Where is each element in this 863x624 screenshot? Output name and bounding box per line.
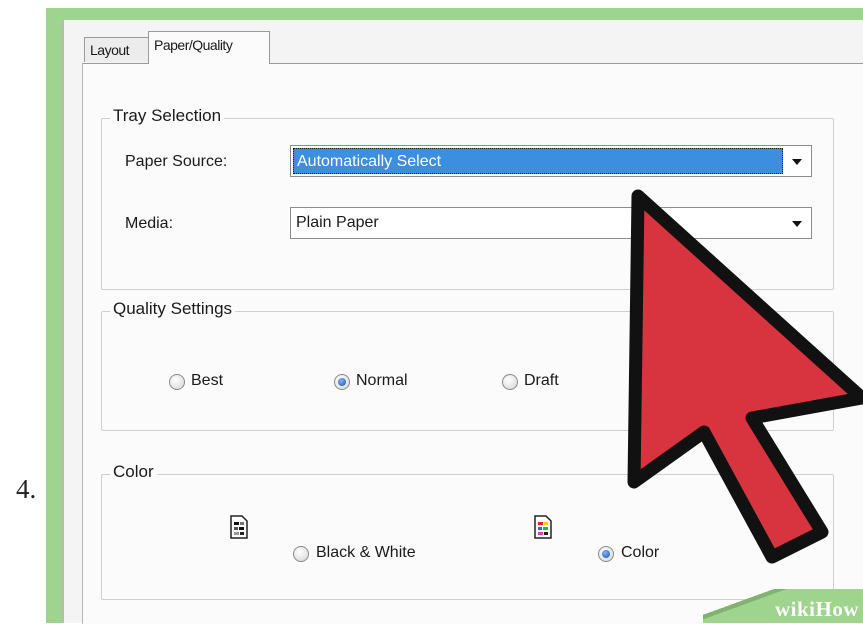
black-white-radio[interactable] bbox=[293, 546, 309, 562]
step-number: 4. bbox=[16, 474, 37, 504]
paper-source-label: Paper Source: bbox=[125, 153, 228, 170]
quality-settings-title: Quality Settings bbox=[110, 299, 236, 319]
color-title: Color bbox=[110, 462, 157, 482]
tray-selection-title: Tray Selection bbox=[110, 106, 225, 126]
media-label: Media: bbox=[125, 215, 174, 232]
media-dropdown[interactable]: Plain Paper bbox=[290, 207, 812, 239]
quality-settings-group: Quality Settings Best Normal Draft bbox=[101, 299, 834, 431]
chevron-down-icon[interactable] bbox=[792, 159, 802, 165]
normal-radio[interactable] bbox=[334, 374, 350, 390]
paper-source-dropdown[interactable]: Automatically Select bbox=[290, 145, 812, 177]
tab-layout[interactable]: Layout bbox=[84, 37, 150, 62]
draft-radio[interactable] bbox=[502, 374, 518, 390]
paper-source-value: Automatically Select bbox=[293, 148, 783, 174]
watermark-text: wikiHow bbox=[774, 597, 859, 621]
tab-paper-quality[interactable]: Paper/Quality bbox=[148, 31, 270, 64]
media-value: Plain Paper bbox=[296, 214, 379, 231]
color-document-icon bbox=[534, 515, 552, 539]
chevron-down-icon[interactable] bbox=[792, 221, 802, 227]
color-radio[interactable] bbox=[598, 546, 614, 562]
black-white-label: Black & White bbox=[316, 544, 416, 561]
paper-quality-panel: Tray Selection Paper Source: Automatical… bbox=[82, 63, 863, 624]
black-white-document-icon bbox=[230, 515, 248, 539]
draft-label: Draft bbox=[524, 372, 559, 389]
best-label: Best bbox=[191, 372, 224, 389]
watermark: wikiHow bbox=[703, 589, 863, 623]
color-group: Color Black & White Color bbox=[101, 462, 834, 600]
normal-label: Normal bbox=[356, 372, 408, 389]
tray-selection-group: Tray Selection Paper Source: Automatical… bbox=[101, 106, 834, 290]
printing-preferences-dialog: Layout Paper/Quality Tray Selection Pape… bbox=[62, 20, 863, 624]
best-radio[interactable] bbox=[169, 374, 185, 390]
color-label: Color bbox=[621, 544, 660, 561]
